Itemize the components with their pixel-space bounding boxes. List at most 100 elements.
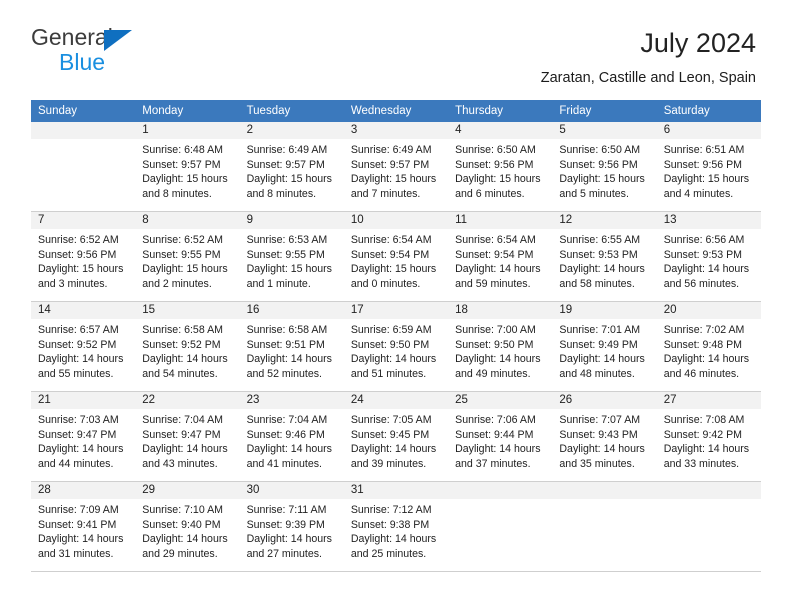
day-cell[interactable]: 6 Sunrise: 6:51 AM Sunset: 9:56 PM Dayli… — [656, 122, 761, 213]
sunset-text: Sunset: 9:44 PM — [455, 428, 534, 441]
sunset-text: Sunset: 9:45 PM — [350, 428, 430, 441]
daylight-text-line2: and 56 minutes. — [663, 277, 740, 290]
day-details: Sunrise: 6:56 AM Sunset: 9:53 PM Dayligh… — [657, 229, 761, 291]
daylight-text-line2: and 35 minutes. — [559, 457, 635, 470]
day-number: 7 — [31, 212, 136, 230]
logo-text-blue: Blue — [59, 49, 106, 75]
day-cell[interactable]: 15 Sunrise: 6:58 AM Sunset: 9:52 PM Dayl… — [135, 301, 240, 393]
day-cell[interactable]: 24 Sunrise: 7:05 AM Sunset: 9:45 PM Dayl… — [343, 391, 449, 483]
sunrise-text: Sunrise: 7:07 AM — [559, 414, 641, 427]
day-cell[interactable]: 1 Sunrise: 6:48 AM Sunset: 9:57 PM Dayli… — [135, 122, 240, 213]
day-cell[interactable]: 23 Sunrise: 7:04 AM Sunset: 9:46 PM Dayl… — [239, 391, 344, 483]
day-cell[interactable]: 13 Sunrise: 6:56 AM Sunset: 9:53 PM Dayl… — [656, 211, 761, 303]
sunset-text: Sunset: 9:38 PM — [350, 518, 430, 531]
daylight-text-line1: Daylight: 14 hours — [455, 263, 541, 276]
day-cell[interactable]: 18 Sunrise: 7:00 AM Sunset: 9:50 PM Dayl… — [448, 301, 553, 393]
day-details — [31, 139, 135, 143]
day-cell[interactable]: 9 Sunrise: 6:53 AM Sunset: 9:55 PM Dayli… — [239, 211, 344, 303]
calendar-week-row: 21 Sunrise: 7:03 AM Sunset: 9:47 PM Dayl… — [31, 391, 761, 483]
day-number — [552, 482, 657, 500]
day-details: Sunrise: 7:01 AM Sunset: 9:49 PM Dayligh… — [552, 319, 656, 381]
daylight-text-line2: and 39 minutes. — [350, 457, 427, 470]
day-cell[interactable] — [448, 481, 553, 573]
daylight-text-line2: and 25 minutes. — [350, 547, 427, 560]
day-cell[interactable]: 25 Sunrise: 7:06 AM Sunset: 9:44 PM Dayl… — [448, 391, 553, 483]
day-number: 15 — [135, 302, 240, 320]
daylight-text-line2: and 7 minutes. — [350, 187, 421, 200]
day-cell[interactable]: 5 Sunrise: 6:50 AM Sunset: 9:56 PM Dayli… — [552, 122, 657, 213]
day-number: 27 — [656, 392, 761, 410]
weekday-header-monday: Monday — [135, 100, 240, 123]
daylight-text-line1: Daylight: 14 hours — [663, 443, 750, 456]
daylight-text-line1: Daylight: 14 hours — [455, 443, 541, 456]
day-cell[interactable]: 29 Sunrise: 7:10 AM Sunset: 9:40 PM Dayl… — [135, 481, 240, 573]
day-cell[interactable]: 10 Sunrise: 6:54 AM Sunset: 9:54 PM Dayl… — [343, 211, 449, 303]
daylight-text-line1: Daylight: 15 hours — [142, 173, 228, 186]
sunrise-text: Sunrise: 7:05 AM — [350, 414, 432, 427]
sunrise-text: Sunrise: 7:12 AM — [350, 504, 432, 517]
day-cell[interactable]: 4 Sunrise: 6:50 AM Sunset: 9:56 PM Dayli… — [448, 122, 553, 213]
day-details: Sunrise: 7:10 AM Sunset: 9:40 PM Dayligh… — [135, 499, 239, 561]
day-details: Sunrise: 7:04 AM Sunset: 9:47 PM Dayligh… — [135, 409, 239, 471]
day-cell[interactable]: 30 Sunrise: 7:11 AM Sunset: 9:39 PM Dayl… — [239, 481, 344, 573]
day-details: Sunrise: 6:54 AM Sunset: 9:54 PM Dayligh… — [344, 229, 448, 291]
day-details: Sunrise: 6:49 AM Sunset: 9:57 PM Dayligh… — [240, 139, 344, 201]
weekday-header-tuesday: Tuesday — [239, 100, 344, 123]
day-cell[interactable] — [656, 481, 761, 573]
weekday-header-sunday: Sunday — [31, 100, 136, 123]
day-number: 13 — [656, 212, 761, 230]
day-cell[interactable] — [552, 481, 657, 573]
sunrise-text: Sunrise: 6:49 AM — [350, 144, 432, 157]
day-number: 5 — [552, 122, 657, 140]
day-cell[interactable]: 14 Sunrise: 6:57 AM Sunset: 9:52 PM Dayl… — [31, 301, 136, 393]
day-cell[interactable]: 21 Sunrise: 7:03 AM Sunset: 9:47 PM Dayl… — [31, 391, 136, 483]
day-cell[interactable]: 27 Sunrise: 7:08 AM Sunset: 9:42 PM Dayl… — [656, 391, 761, 483]
sunset-text: Sunset: 9:47 PM — [38, 428, 117, 441]
day-number — [448, 482, 553, 500]
daylight-text-line2: and 54 minutes. — [142, 367, 218, 380]
day-cell[interactable]: 26 Sunrise: 7:07 AM Sunset: 9:43 PM Dayl… — [552, 391, 657, 483]
sunset-text: Sunset: 9:56 PM — [559, 158, 638, 171]
daylight-text-line1: Daylight: 14 hours — [663, 353, 750, 366]
calendar-week-row: 28 Sunrise: 7:09 AM Sunset: 9:41 PM Dayl… — [31, 481, 761, 573]
daylight-text-line2: and 49 minutes. — [455, 367, 531, 380]
day-cell[interactable]: 20 Sunrise: 7:02 AM Sunset: 9:48 PM Dayl… — [656, 301, 761, 393]
day-number: 20 — [656, 302, 761, 320]
day-cell[interactable]: 7 Sunrise: 6:52 AM Sunset: 9:56 PM Dayli… — [31, 211, 136, 303]
daylight-text-line2: and 52 minutes. — [246, 367, 322, 380]
daylight-text-line2: and 3 minutes. — [38, 277, 108, 290]
day-cell[interactable]: 16 Sunrise: 6:58 AM Sunset: 9:51 PM Dayl… — [239, 301, 344, 393]
calendar-table: Sunday Monday Tuesday Wednesday Thursday… — [31, 100, 761, 573]
sunrise-text: Sunrise: 7:04 AM — [246, 414, 328, 427]
sunset-text: Sunset: 9:50 PM — [455, 338, 534, 351]
day-cell[interactable]: 31 Sunrise: 7:12 AM Sunset: 9:38 PM Dayl… — [343, 481, 449, 573]
sunrise-text: Sunrise: 6:56 AM — [663, 234, 745, 247]
day-cell[interactable]: 3 Sunrise: 6:49 AM Sunset: 9:57 PM Dayli… — [343, 122, 449, 213]
sunrise-text: Sunrise: 6:54 AM — [455, 234, 536, 247]
sunset-text: Sunset: 9:41 PM — [38, 518, 117, 531]
day-details — [657, 499, 761, 503]
weekday-header-saturday: Saturday — [656, 100, 761, 123]
day-cell[interactable]: 28 Sunrise: 7:09 AM Sunset: 9:41 PM Dayl… — [31, 481, 136, 573]
daylight-text-line2: and 58 minutes. — [559, 277, 635, 290]
calendar-week-row: 7 Sunrise: 6:52 AM Sunset: 9:56 PM Dayli… — [31, 211, 761, 303]
day-cell[interactable]: 19 Sunrise: 7:01 AM Sunset: 9:49 PM Dayl… — [552, 301, 657, 393]
day-cell[interactable]: 8 Sunrise: 6:52 AM Sunset: 9:55 PM Dayli… — [135, 211, 240, 303]
daylight-text-line1: Daylight: 15 hours — [142, 263, 228, 276]
day-cell[interactable]: 2 Sunrise: 6:49 AM Sunset: 9:57 PM Dayli… — [239, 122, 344, 213]
day-cell[interactable] — [31, 122, 136, 213]
day-cell[interactable]: 22 Sunrise: 7:04 AM Sunset: 9:47 PM Dayl… — [135, 391, 240, 483]
daylight-text-line1: Daylight: 14 hours — [246, 353, 332, 366]
sunset-text: Sunset: 9:57 PM — [350, 158, 430, 171]
day-cell[interactable]: 12 Sunrise: 6:55 AM Sunset: 9:53 PM Dayl… — [552, 211, 657, 303]
day-details: Sunrise: 7:04 AM Sunset: 9:46 PM Dayligh… — [240, 409, 344, 471]
day-cell[interactable]: 11 Sunrise: 6:54 AM Sunset: 9:54 PM Dayl… — [448, 211, 553, 303]
sunrise-text: Sunrise: 6:58 AM — [246, 324, 328, 337]
calendar-page: General Blue July 2024 Zaratan, Castille… — [0, 0, 792, 612]
day-details — [552, 499, 656, 503]
daylight-text-line2: and 55 minutes. — [38, 367, 114, 380]
day-cell[interactable]: 17 Sunrise: 6:59 AM Sunset: 9:50 PM Dayl… — [343, 301, 449, 393]
calendar-header-row: Sunday Monday Tuesday Wednesday Thursday… — [31, 100, 761, 123]
day-details: Sunrise: 7:03 AM Sunset: 9:47 PM Dayligh… — [31, 409, 135, 471]
daylight-text-line2: and 8 minutes. — [246, 187, 317, 200]
